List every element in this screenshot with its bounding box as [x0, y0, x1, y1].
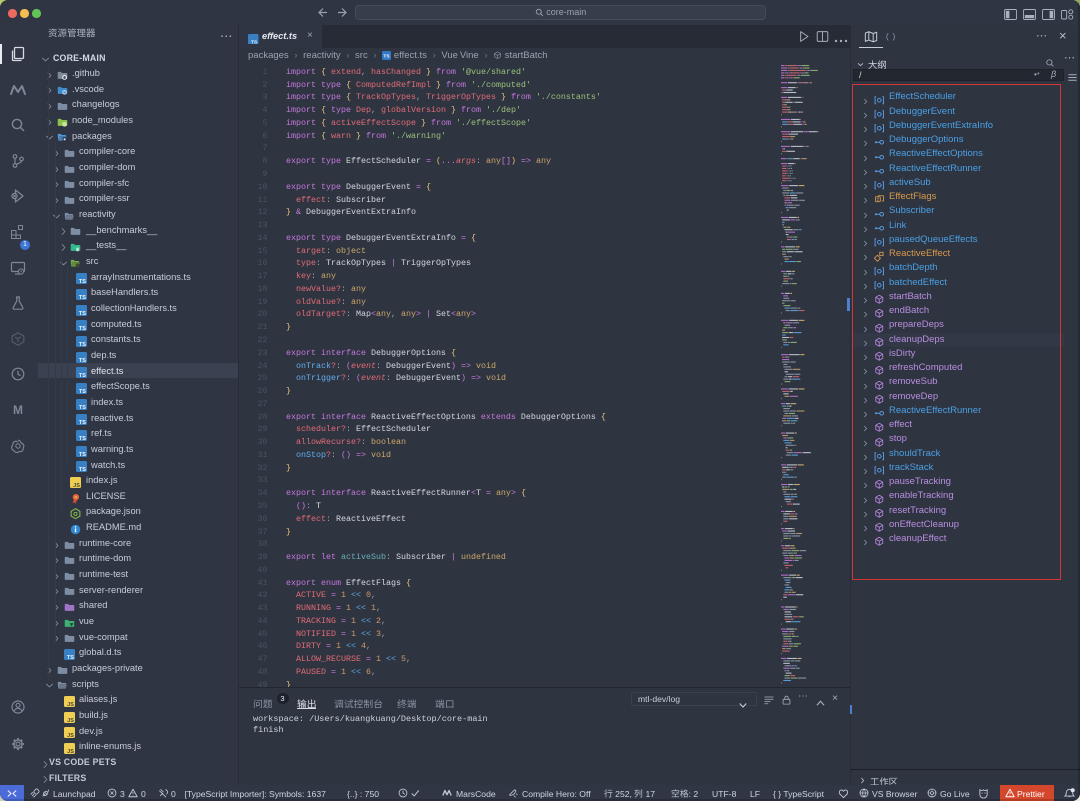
svg-text:TS: TS [79, 420, 86, 425]
svg-text:TS: TS [384, 53, 391, 59]
svg-text:TS: TS [79, 310, 86, 315]
svg-text:TS: TS [79, 373, 86, 378]
svg-text:TS: TS [79, 436, 86, 441]
svg-text:TS: TS [79, 357, 86, 362]
svg-text:JS: JS [67, 749, 74, 754]
svg-text:JS: JS [73, 483, 80, 488]
svg-text:TS: TS [251, 39, 258, 44]
svg-text:JS: JS [67, 718, 74, 723]
svg-text:M: M [13, 403, 23, 417]
svg-text:TS: TS [79, 279, 86, 284]
svg-text:TS: TS [79, 451, 86, 456]
svg-text:TS: TS [79, 342, 86, 347]
svg-text:TS: TS [79, 467, 86, 472]
svg-text:JS: JS [67, 733, 74, 738]
svg-text:TS: TS [79, 295, 86, 300]
svg-text:TS: TS [79, 326, 86, 331]
svg-text:TS: TS [79, 389, 86, 394]
svg-text:TS: TS [79, 404, 86, 409]
svg-text:TS: TS [67, 655, 74, 660]
svg-text:JS: JS [67, 702, 74, 707]
